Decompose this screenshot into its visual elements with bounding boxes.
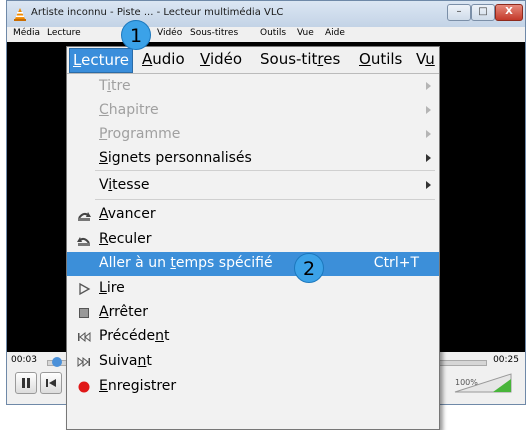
- menu-item-label: Enregistrer: [99, 378, 177, 394]
- menu-item-aller-a-un-temps-specifie[interactable]: Aller à un temps spécifié Ctrl+T: [67, 252, 439, 276]
- menu-outils[interactable]: Outils: [260, 28, 286, 38]
- menu-item-label: Suivant: [99, 353, 152, 369]
- backward-icon: [77, 237, 90, 246]
- zoomed-menu-sous-titres[interactable]: Sous-titres: [260, 50, 340, 68]
- seek-handle[interactable]: [52, 357, 62, 367]
- menu-item-label: Arrêter: [99, 304, 149, 320]
- elapsed-time: 00:03: [11, 355, 37, 365]
- next-icon: [77, 356, 90, 368]
- menu-item-suivant[interactable]: Suivant: [67, 350, 439, 374]
- submenu-arrow-icon: [426, 130, 431, 138]
- menu-item-chapitre: Chapitre: [67, 99, 439, 123]
- menu-item-label: Vitesse: [99, 177, 150, 193]
- menu-aide[interactable]: Aide: [325, 28, 345, 38]
- window-title: Artiste inconnu - Piste ... - Lecteur mu…: [31, 7, 284, 18]
- zoomed-menu-vu[interactable]: Vu: [416, 50, 435, 68]
- menu-vue[interactable]: Vue: [297, 28, 314, 38]
- pause-icon: [22, 378, 30, 388]
- menu-lecture[interactable]: Lecture: [47, 28, 81, 38]
- vlc-cone-icon: [14, 8, 26, 21]
- total-time: 00:25: [493, 355, 519, 365]
- menu-item-arreter[interactable]: Arrêter: [67, 301, 439, 325]
- step-badge-2: 2: [294, 253, 324, 283]
- menu-item-lire[interactable]: Lire: [67, 277, 439, 301]
- close-button[interactable]: X: [495, 4, 523, 21]
- submenu-arrow-icon: [426, 82, 431, 90]
- menu-sous-titres[interactable]: Sous-titres: [190, 28, 238, 38]
- previous-icon: [46, 379, 56, 387]
- zoomed-menu-lecture[interactable]: Lecture: [69, 48, 134, 73]
- zoomed-menu-outils[interactable]: Outils: [359, 50, 402, 68]
- step-badge-1: 1: [121, 20, 151, 50]
- menu-item-signets-personnalises[interactable]: Signets personnalisés: [67, 147, 439, 171]
- previous-button[interactable]: [40, 372, 62, 394]
- record-icon: [78, 381, 90, 393]
- zoomed-menu-vid-o[interactable]: Vidéo: [200, 50, 242, 68]
- zoomed-menu-bar: Lecture Audio Vidéo Sous-titres Outils Vu: [67, 47, 439, 74]
- pause-button[interactable]: [15, 372, 37, 394]
- menu-item-label: Lire: [99, 280, 125, 296]
- menu-item-label: Programme: [99, 126, 181, 142]
- play-icon: [79, 282, 91, 296]
- menu-item-avancer[interactable]: Avancer: [67, 203, 439, 227]
- menu-item-label: Avancer: [99, 206, 156, 222]
- menu-item-label: Signets personnalisés: [99, 150, 252, 166]
- previous-icon: [78, 331, 91, 343]
- shortcut-label: Ctrl+T: [373, 255, 419, 271]
- menu-item-reculer[interactable]: Reculer: [67, 228, 439, 252]
- lecture-menu-popup: Lecture Audio Vidéo Sous-titres Outils Vu Tit…: [66, 46, 440, 430]
- menu-media[interactable]: Média: [13, 28, 40, 38]
- menu-item-programme: Programme: [67, 123, 439, 147]
- submenu-arrow-icon: [426, 106, 431, 114]
- menu-item-enregistrer[interactable]: Enregistrer: [67, 375, 439, 399]
- minimize-button[interactable]: –: [447, 4, 471, 21]
- menu-item-label: Chapitre: [99, 102, 159, 118]
- menu-item-vitesse[interactable]: Vitesse: [67, 174, 439, 198]
- menu-item-precedent[interactable]: Précédent: [67, 325, 439, 349]
- submenu-arrow-icon: [426, 181, 431, 189]
- title-bar: Artiste inconnu - Piste ... - Lecteur mu…: [7, 1, 525, 27]
- menu-item-label: Reculer: [99, 231, 152, 247]
- forward-icon: [78, 212, 91, 221]
- maximize-button[interactable]: □: [471, 4, 495, 21]
- menu-item-titre: Titre: [67, 75, 439, 99]
- menu-item-label: Précédent: [99, 328, 170, 344]
- menu-item-label: Titre: [99, 78, 131, 94]
- menu-item-label: Aller à un temps spécifié: [99, 255, 273, 271]
- submenu-arrow-icon: [426, 154, 431, 162]
- menu-separator: [95, 199, 435, 200]
- menu-bar: Média Lecture Vidéo Sous-titres Outils V…: [7, 27, 525, 42]
- zoomed-menu-audio[interactable]: Audio: [142, 50, 185, 68]
- stop-icon: [79, 308, 89, 318]
- volume-level: 100%: [455, 378, 478, 387]
- menu-video[interactable]: Vidéo: [157, 28, 182, 38]
